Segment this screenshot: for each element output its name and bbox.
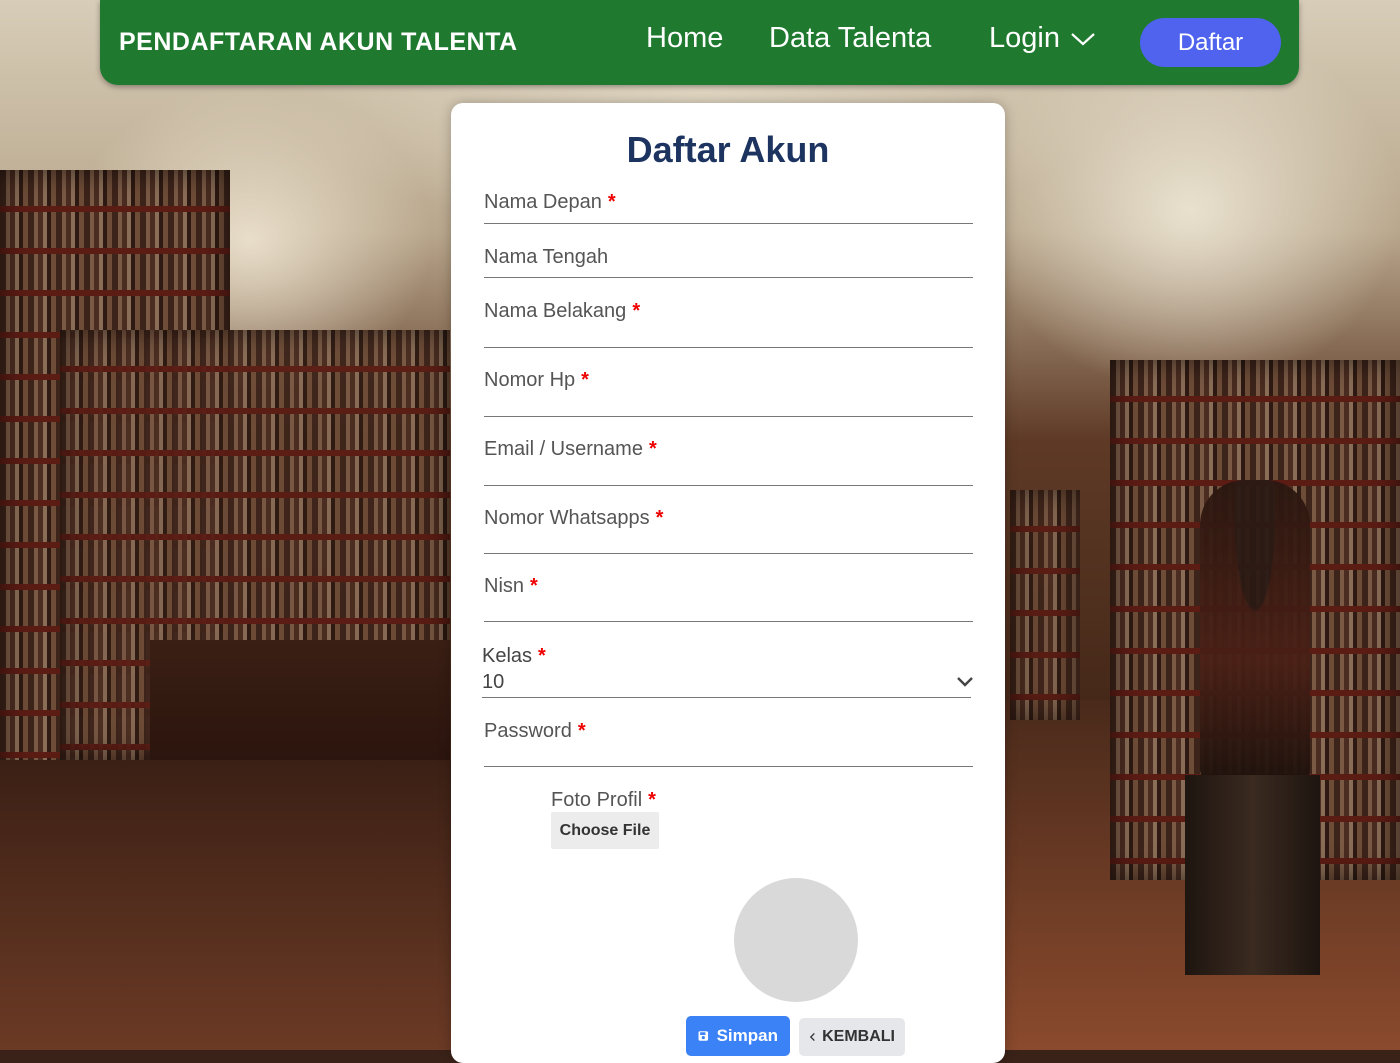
field-underline bbox=[484, 223, 973, 224]
simpan-label: Simpan bbox=[716, 1026, 778, 1045]
chevron-down-icon[interactable] bbox=[956, 676, 974, 688]
nomor-hp-input[interactable] bbox=[484, 371, 977, 413]
kembali-label: KEMBALI bbox=[822, 1028, 895, 1045]
whatsapp-input[interactable] bbox=[484, 509, 977, 551]
field-underline bbox=[484, 485, 973, 486]
kelas-label: Kelas bbox=[482, 645, 533, 667]
nama-belakang-input[interactable] bbox=[484, 302, 977, 344]
email-input[interactable] bbox=[484, 440, 977, 482]
nisn-input[interactable] bbox=[484, 577, 977, 619]
email-field[interactable]: Email / Username * bbox=[484, 438, 977, 488]
brand-title: PENDAFTARAN AKUN TALENTA bbox=[119, 28, 518, 56]
statue bbox=[1200, 480, 1310, 780]
field-underline bbox=[484, 553, 973, 554]
reading-bench bbox=[150, 640, 450, 770]
field-underline bbox=[484, 416, 973, 417]
nama-belakang-field[interactable]: Nama Belakang * bbox=[484, 300, 977, 350]
chevron-left-icon bbox=[809, 1032, 815, 1042]
kembali-button[interactable]: KEMBALI bbox=[799, 1018, 905, 1056]
field-underline bbox=[484, 766, 973, 767]
nav-data-talenta-link[interactable]: Data Talenta bbox=[769, 22, 931, 55]
password-field[interactable]: Password * bbox=[484, 720, 977, 770]
navbar: PENDAFTARAN AKUN TALENTA Home Data Talen… bbox=[100, 0, 1299, 85]
password-input[interactable] bbox=[484, 722, 977, 764]
nama-tengah-input[interactable] bbox=[484, 248, 977, 278]
simpan-button[interactable]: Simpan bbox=[686, 1016, 790, 1056]
floor-left bbox=[0, 760, 460, 1050]
whatsapp-field[interactable]: Nomor Whatsapps * bbox=[484, 507, 977, 557]
required-mark: * bbox=[648, 789, 656, 811]
nav-login-label: Login bbox=[989, 22, 1060, 54]
nav-login-dropdown[interactable]: Login bbox=[989, 22, 1096, 55]
choose-file-button[interactable]: Choose File bbox=[551, 812, 659, 849]
field-underline bbox=[484, 347, 973, 348]
nomor-hp-field[interactable]: Nomor Hp * bbox=[484, 369, 977, 419]
nama-depan-field[interactable]: Nama Depan * bbox=[484, 191, 977, 225]
nisn-field[interactable]: Nisn * bbox=[484, 575, 977, 625]
daftar-button[interactable]: Daftar bbox=[1140, 18, 1281, 67]
nama-tengah-field[interactable]: Nama Tengah bbox=[484, 246, 977, 280]
foto-profil-label: Foto Profil bbox=[551, 789, 643, 811]
field-underline bbox=[484, 277, 973, 278]
nav-home-link[interactable]: Home bbox=[646, 22, 723, 55]
kelas-select[interactable]: 10 bbox=[482, 671, 504, 694]
nama-depan-input[interactable] bbox=[484, 193, 977, 223]
bookshelf-right-far bbox=[1010, 490, 1080, 720]
field-underline bbox=[484, 621, 973, 622]
chevron-down-icon bbox=[1071, 32, 1095, 45]
statue-pedestal bbox=[1185, 775, 1320, 975]
page-title: Daftar Akun bbox=[626, 129, 830, 170]
save-icon bbox=[698, 1031, 709, 1041]
register-card: Daftar Akun Nama Depan * Nama Tengah Nama… bbox=[451, 103, 1005, 1063]
required-mark: * bbox=[538, 645, 546, 667]
field-underline bbox=[482, 697, 971, 698]
avatar-preview bbox=[734, 878, 858, 1002]
